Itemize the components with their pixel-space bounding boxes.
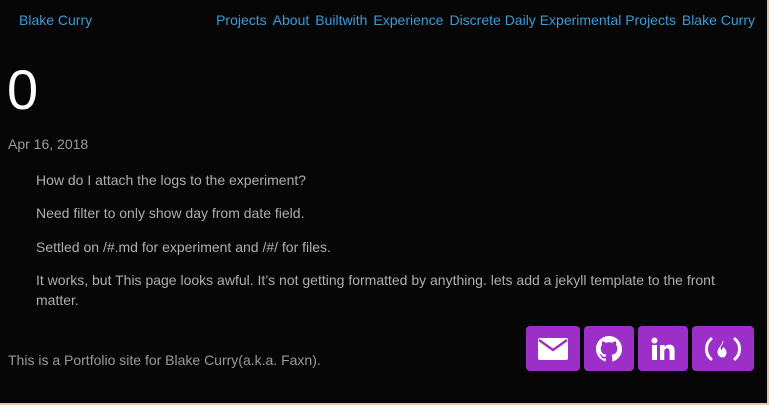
freecodecamp-button[interactable] — [692, 326, 754, 371]
nav-link-experience[interactable]: Experience — [373, 12, 443, 28]
post-paragraph: Need filter to only show day from date f… — [36, 205, 305, 222]
email-button[interactable] — [526, 326, 580, 371]
post-body: How do I attach the logs to the experime… — [36, 170, 736, 323]
site-brand-link[interactable]: Blake Curry — [19, 12, 92, 28]
nav-link-discrete-daily-experimental-projects[interactable]: Discrete Daily Experimental Projects — [449, 12, 675, 28]
freecodecamp-icon — [705, 337, 741, 360]
post-paragraph: Settled on /#.md for experiment and /#/ … — [36, 238, 331, 255]
top-nav: Projects About Builtwith Experience Disc… — [216, 12, 755, 28]
post-title: 0 — [7, 58, 39, 121]
footer-text: This is a Portfolio site for Blake Curry… — [8, 352, 321, 368]
nav-link-about[interactable]: About — [273, 12, 310, 28]
page: Blake Curry Projects About Builtwith Exp… — [0, 0, 769, 405]
email-icon — [538, 337, 568, 360]
github-icon — [596, 335, 622, 361]
post-date: Apr 16, 2018 — [8, 136, 89, 152]
social-links — [526, 326, 754, 371]
nav-link-projects[interactable]: Projects — [216, 12, 267, 28]
nav-link-builtwith[interactable]: Builtwith — [315, 12, 367, 28]
linkedin-button[interactable] — [638, 326, 688, 371]
github-button[interactable] — [584, 326, 634, 371]
post-paragraph: It works, but This page looks awful. It’… — [36, 271, 715, 309]
nav-link-blake-curry[interactable]: Blake Curry — [682, 12, 755, 28]
linkedin-icon — [651, 337, 675, 360]
post-paragraph: How do I attach the logs to the experime… — [36, 172, 307, 188]
